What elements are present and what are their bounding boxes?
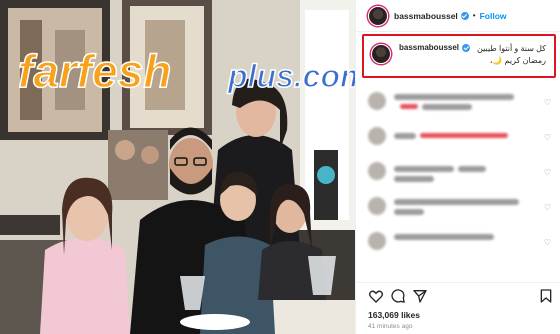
caption-highlight: bassmaboussel كل سنة و أنتوا طيبين رمضان… [362, 34, 556, 78]
likes-count[interactable]: 163,069 likes [368, 310, 420, 320]
caption-username[interactable]: bassmaboussel [399, 43, 459, 52]
share-icon[interactable] [412, 288, 428, 304]
author-username[interactable]: bassmaboussel [394, 11, 458, 21]
caption-avatar[interactable] [371, 44, 391, 64]
blurred-emoji [400, 104, 418, 109]
follow-button[interactable]: Follow [480, 11, 507, 21]
author-avatar[interactable] [368, 5, 388, 26]
heart-icon[interactable]: ♡ [544, 133, 551, 142]
heart-icon[interactable]: ♡ [544, 203, 551, 212]
commenter-avatar[interactable] [368, 232, 386, 250]
post-photo[interactable]: farfesh plus.com [0, 0, 355, 334]
blurred-emoji [420, 133, 508, 138]
heart-icon[interactable]: ♡ [544, 168, 551, 177]
blurred-comment-text [458, 166, 486, 172]
comment-icon[interactable] [390, 288, 406, 304]
blurred-comment-text [394, 234, 494, 240]
heart-icon[interactable] [368, 288, 384, 304]
commenter-avatar[interactable] [368, 197, 386, 215]
caption-text: كل سنة و أنتوا طيبين رمضان كريم 🌙، [477, 44, 546, 65]
blurred-comment-text [394, 166, 454, 172]
comment-item: ♡ [356, 189, 560, 224]
commenter-avatar[interactable] [368, 162, 386, 180]
comments-list: ♡ ♡ ♡ ♡ ♡ [356, 84, 560, 259]
separator-dot: • [472, 11, 476, 20]
commenter-avatar[interactable] [368, 92, 386, 110]
comment-item: ♡ [356, 154, 560, 189]
commenter-avatar[interactable] [368, 127, 386, 145]
blurred-comment-text [394, 133, 416, 139]
post-side-panel: bassmaboussel • Follow bassmaboussel كل … [355, 0, 560, 334]
post-timestamp[interactable]: 41 minutes ago [368, 323, 412, 330]
blurred-comment-text [394, 209, 424, 215]
heart-icon[interactable]: ♡ [544, 238, 551, 247]
verified-icon [460, 11, 469, 20]
comment-item: ♡ [356, 119, 560, 154]
post-actions-bar [356, 282, 560, 304]
comment-item: ♡ [356, 84, 560, 119]
bookmark-icon[interactable] [538, 288, 554, 304]
heart-icon[interactable]: ♡ [544, 98, 551, 107]
family-photo-illustration [0, 0, 355, 334]
blurred-comment-text [394, 176, 434, 182]
blurred-comment-text [394, 199, 519, 205]
blurred-comment-text [394, 94, 514, 100]
comment-item: ♡ [356, 224, 560, 259]
blurred-comment-text [422, 104, 472, 110]
post-header: bassmaboussel • Follow [356, 0, 560, 32]
